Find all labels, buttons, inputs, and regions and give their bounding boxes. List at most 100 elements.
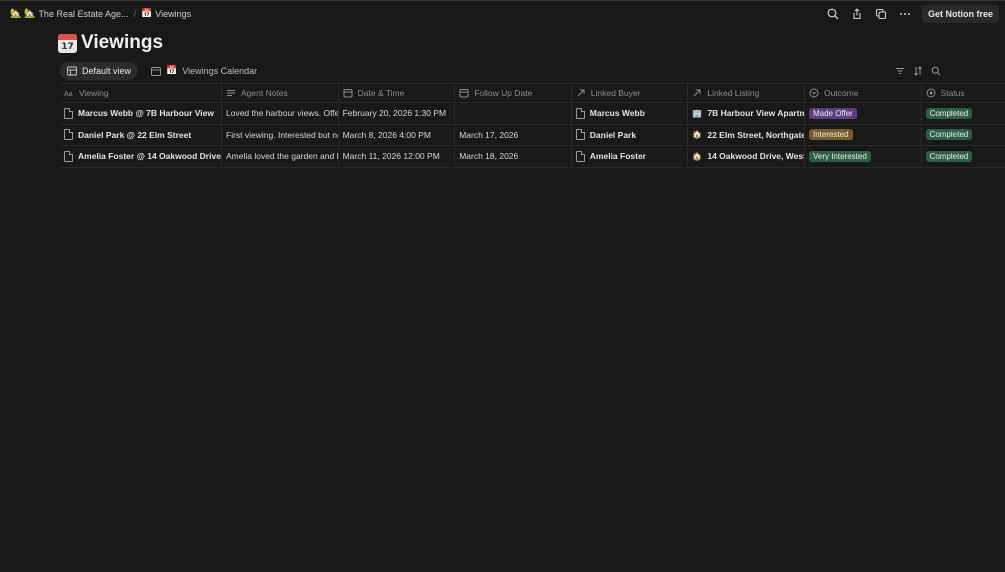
tab-default-view[interactable]: Default view [60,62,139,80]
outcome-tag: Made Offer [808,107,857,119]
table-row[interactable]: Marcus Webb @ 7B Harbour View Loved the … [60,103,1005,125]
column-header-label: Agent Notes [241,88,288,98]
calendar-icon[interactable]: 17 [58,33,77,53]
cell-linked-listing[interactable]: 🏢 7B Harbour View Apartment [688,103,805,124]
column-header-label: Linked Buyer [590,88,641,98]
page-title: 17 Viewings [58,32,163,54]
date-time-text: March 11, 2026 12:00 PM [342,151,440,162]
cell-linked-buyer[interactable]: Marcus Webb [572,103,689,124]
cell-viewing[interactable]: Amelia Foster @ 14 Oakwood Drive [60,146,222,167]
follow-up-text: March 18, 2026 [459,151,519,162]
cell-follow-up-date[interactable]: March 18, 2026 [455,146,572,167]
cell-outcome[interactable]: Made Offer [805,103,922,124]
cell-linked-listing[interactable]: 🏠 14 Oakwood Drive, Westside [688,146,805,167]
outcome-tag: Very Interested [808,150,871,162]
table-row[interactable]: Amelia Foster @ 14 Oakwood Drive Amelia … [60,146,1005,168]
follow-up-text: March 17, 2026 [459,129,519,140]
building-icon: 🏢 [692,108,703,118]
page-icon [64,150,73,162]
status-tag: Completed [925,107,973,119]
listing-name: 22 Elm Street, Northgate [707,129,805,140]
breadcrumb-separator: / [133,9,137,19]
calendar-icon [343,89,353,98]
cell-outcome[interactable]: Very Interested [805,146,922,167]
column-header-status[interactable]: Status [922,84,1002,102]
top-actions: Get Notion free [826,5,999,23]
sort-icon[interactable] [913,66,923,76]
cell-linked-buyer[interactable]: Daniel Park [572,124,689,145]
page-icon [575,107,585,119]
get-notion-free-button[interactable]: Get Notion free [921,5,999,23]
outcome-tag: Interested [808,129,853,141]
table-row[interactable]: Daniel Park @ 22 Elm Street First viewin… [60,124,1005,146]
column-header-date-time[interactable]: Date & Time [339,84,456,102]
column-header-follow-up-date[interactable]: Follow Up Date [455,84,572,102]
calendar-icon: 📅 [141,9,153,19]
cell-viewing[interactable]: Marcus Webb @ 7B Harbour View [60,103,222,124]
cell-status[interactable]: Completed [922,103,1002,124]
text-icon: Aa [64,91,73,98]
cell-status[interactable]: Completed [922,146,1002,167]
house-icon: 🏡 [10,9,22,19]
agent-notes-text: Amelia loved the garden and kitchen [226,151,338,162]
relation-arrow-icon [694,89,701,97]
cell-agent-notes[interactable]: Amelia loved the garden and kitchen [222,146,339,167]
viewing-title: Marcus Webb @ 7B Harbour View [78,108,214,119]
cell-linked-buyer[interactable]: Amelia Foster [572,146,689,167]
buyer-name: Amelia Foster [589,151,646,162]
table-header: Aa Viewing Agent Notes Date & Time Follo… [60,83,1005,103]
column-header-agent-notes[interactable]: Agent Notes [222,84,339,102]
duplicate-icon[interactable] [874,7,888,21]
more-icon[interactable] [898,7,912,21]
select-icon [809,88,819,98]
breadcrumb-page-label: Viewings [155,9,192,19]
table-icon [67,66,77,76]
cell-date-time[interactable]: March 11, 2026 12:00 PM [339,146,456,167]
column-header-outcome[interactable]: Outcome [805,84,922,102]
filter-icon[interactable] [895,66,905,76]
house-icon: 🏡 [24,9,36,19]
calendar-icon: 📅 [166,66,178,76]
buyer-name: Marcus Webb [589,108,645,119]
cell-follow-up-date[interactable]: March 17, 2026 [455,124,572,145]
breadcrumb-workspace[interactable]: 🏡 🏡 The Real Estate Age... [10,9,129,19]
calendar-icon [459,89,469,98]
status-tag: Completed [925,129,973,141]
cell-viewing[interactable]: Daniel Park @ 22 Elm Street [60,124,222,145]
view-tools [895,66,941,76]
agent-notes-text: Loved the harbour views. Offered [226,108,338,119]
house-icon: 🏠 [692,130,703,140]
cell-agent-notes[interactable]: Loved the harbour views. Offered [222,103,339,124]
house-icon: 🏠 [692,151,703,161]
tab-viewings-calendar-label: Viewings Calendar [182,66,258,76]
breadcrumb-workspace-label: The Real Estate Age... [38,9,129,19]
column-header-label: Status [940,88,965,98]
tab-default-view-label: Default view [82,66,132,76]
breadcrumb: 🏡 🏡 The Real Estate Age... / 📅 Viewings [10,9,191,19]
tab-viewings-calendar[interactable]: 📅 Viewings Calendar [144,62,264,80]
search-icon[interactable] [931,66,941,76]
column-header-linked-buyer[interactable]: Linked Buyer [572,84,689,102]
page-icon [64,129,73,141]
top-bar: 🏡 🏡 The Real Estate Age... / 📅 Viewings … [0,0,1005,28]
svg-text:Aa: Aa [64,91,73,98]
listing-name: 14 Oakwood Drive, Westside [707,151,805,162]
cell-linked-listing[interactable]: 🏠 22 Elm Street, Northgate [688,124,805,145]
cell-date-time[interactable]: March 8, 2026 4:00 PM [339,124,456,145]
agent-notes-text: First viewing. Interested but needs [226,129,338,140]
page-title-text[interactable]: Viewings [81,32,163,54]
share-icon[interactable] [850,7,864,21]
cell-follow-up-date[interactable] [455,103,572,124]
buyer-name: Daniel Park [589,129,637,140]
cell-status[interactable]: Completed [922,125,1002,146]
breadcrumb-page[interactable]: 📅 Viewings [141,9,191,19]
cell-date-time[interactable]: February 20, 2026 1:30 PM [339,103,456,124]
cell-agent-notes[interactable]: First viewing. Interested but needs [222,124,339,145]
long-text-icon [227,90,235,96]
view-tabs: Default view 📅 Viewings Calendar [60,62,264,80]
cell-outcome[interactable]: Interested [805,124,922,145]
column-header-viewing[interactable]: Aa Viewing [60,84,222,102]
calendar-view-icon [151,67,161,76]
search-icon[interactable] [826,7,840,21]
column-header-linked-listing[interactable]: Linked Listing [688,84,805,102]
